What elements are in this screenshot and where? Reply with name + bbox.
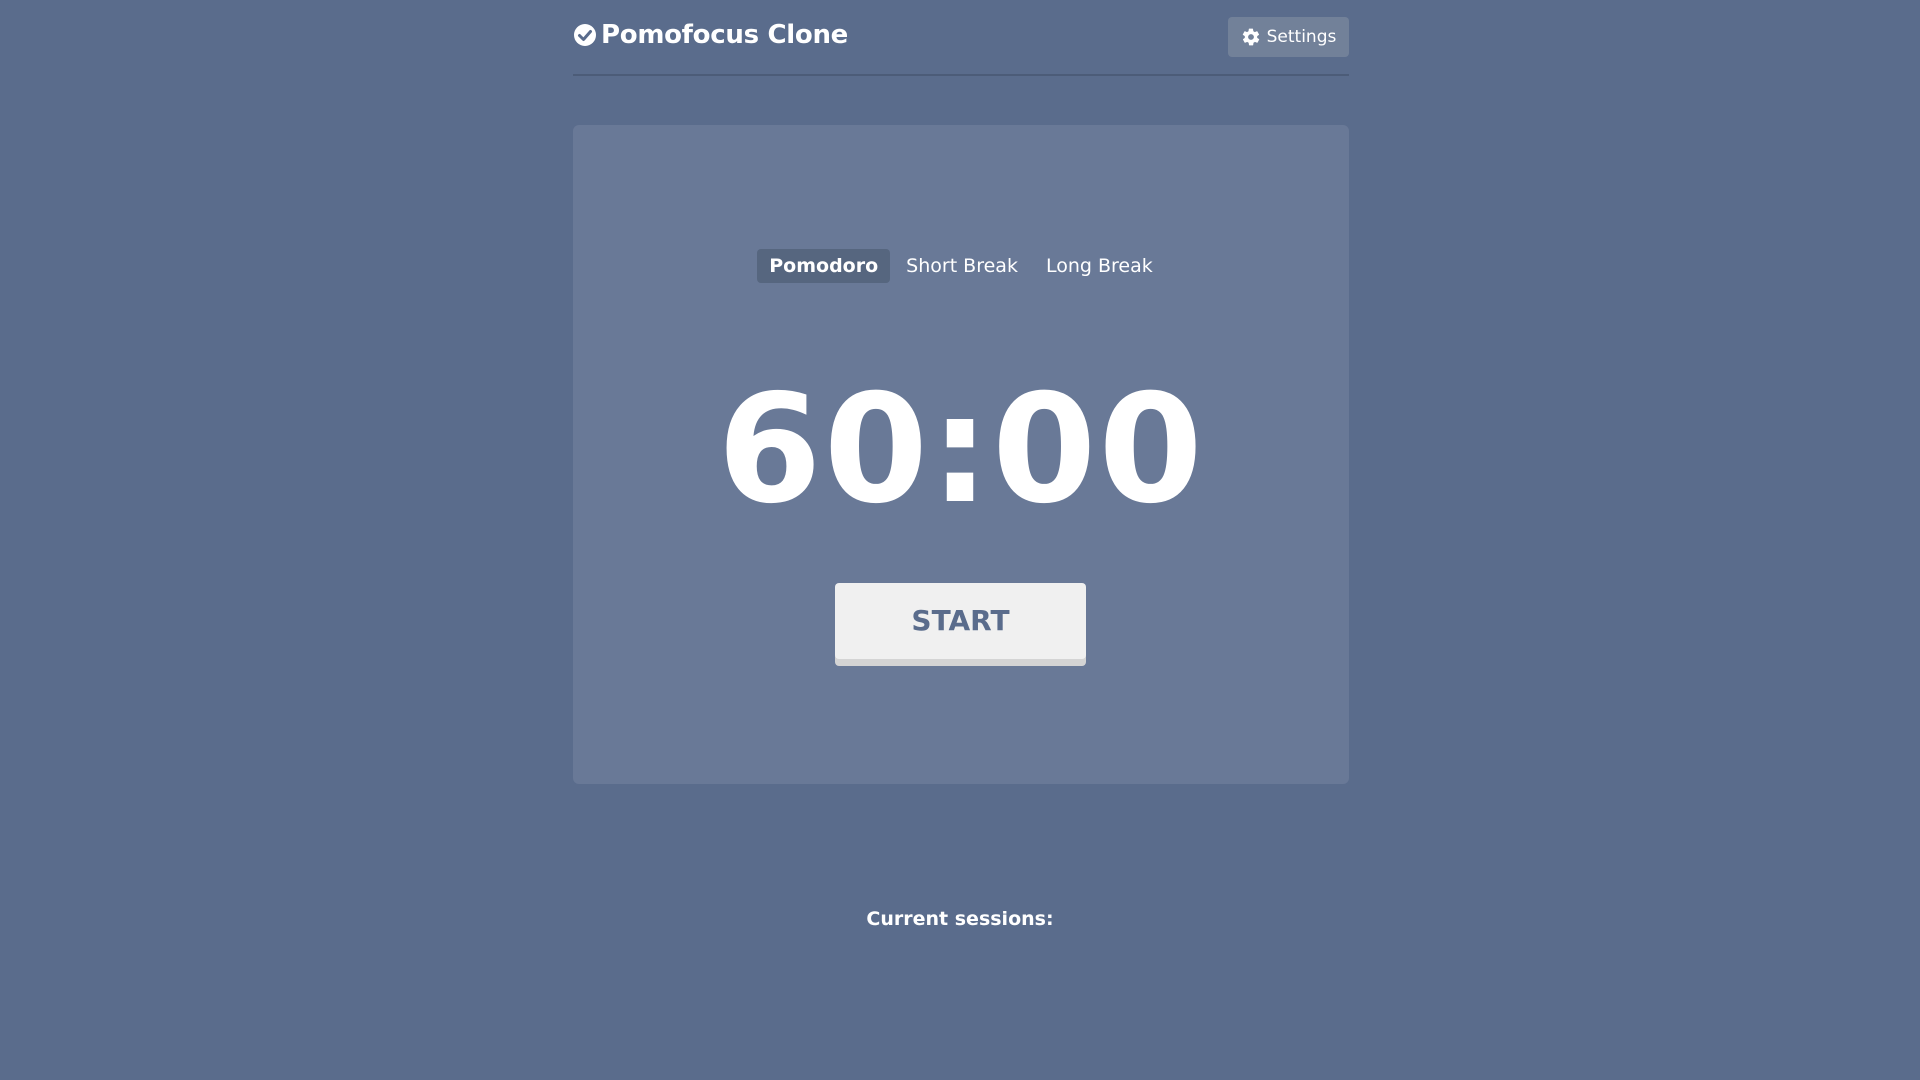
app-title: Pomofocus Clone [601,20,848,50]
gear-icon [1241,27,1261,47]
tab-pomodoro[interactable]: Pomodoro [757,249,891,283]
settings-label: Settings [1266,27,1337,47]
tab-long-break[interactable]: Long Break [1034,249,1165,283]
start-button[interactable]: START [835,583,1086,659]
header: Pomofocus Clone Settings [573,0,1349,76]
tab-short-break[interactable]: Short Break [894,249,1030,283]
timer-display: 60:00 [717,363,1205,537]
settings-button[interactable]: Settings [1228,17,1349,57]
check-circle-icon [573,23,597,47]
current-sessions-label: Current sessions: [866,908,1054,930]
mode-tabs: Pomodoro Short Break Long Break [573,249,1349,283]
timer-card: Pomodoro Short Break Long Break 60:00 [573,125,1349,784]
app-container: Pomofocus Clone Settings Pomodoro Short … [573,0,1349,784]
logo[interactable]: Pomofocus Clone [573,20,848,50]
